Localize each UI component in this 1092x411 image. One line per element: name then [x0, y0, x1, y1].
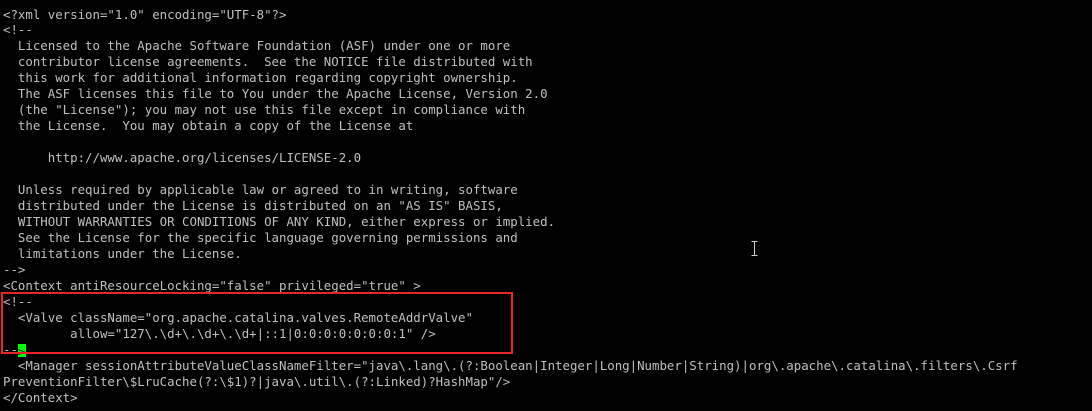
xml-declaration-line: <?xml version="1.0" encoding="UTF-8"?> [3, 7, 287, 22]
license-line: (the "License"); you may not use this fi… [3, 102, 526, 117]
valve-classname-line: <Valve className="org.apache.catalina.va… [3, 310, 473, 325]
license-line: Unless required by applicable law or agr… [3, 182, 518, 197]
comment-close-line: --> [3, 262, 26, 277]
text-cursor: > [17, 344, 26, 359]
terminal-window[interactable]: <?xml version="1.0" encoding="UTF-8"?> <… [0, 0, 1092, 411]
license-line: The ASF licenses this file to You under … [3, 86, 548, 101]
manager-continuation-line: PreventionFilter\$LruCache(?:\$1)?|java\… [3, 374, 511, 389]
license-line: contributor license agreements. See the … [3, 54, 533, 69]
license-line: WITHOUT WARRANTIES OR CONDITIONS OF ANY … [3, 214, 556, 229]
valve-comment-close-line: --> [3, 342, 26, 359]
valve-allow-line: allow="127\.\d+\.\d+\.\d+|::1|0:0:0:0:0:… [3, 326, 436, 341]
comment-open-line: <!-- [3, 22, 33, 37]
context-open-line: <Context antiResourceLocking="false" pri… [3, 278, 421, 293]
comment-close-text: -- [3, 342, 18, 357]
valve-comment-open-line: <!-- [3, 294, 33, 309]
license-line: this work for additional information reg… [3, 70, 518, 85]
license-line: Licensed to the Apache Software Foundati… [3, 38, 511, 53]
context-close-line: </Context> [3, 390, 78, 405]
manager-line: <Manager sessionAttributeValueClassNameF… [3, 358, 1018, 373]
license-url-line: http://www.apache.org/licenses/LICENSE-2… [3, 150, 362, 165]
license-line: the License. You may obtain a copy of th… [3, 118, 414, 133]
license-line: See the License for the specific languag… [3, 230, 518, 245]
license-line: distributed under the License is distrib… [3, 198, 503, 213]
license-line: limitations under the License. [3, 246, 242, 261]
ibeam-cursor-icon [751, 241, 758, 256]
